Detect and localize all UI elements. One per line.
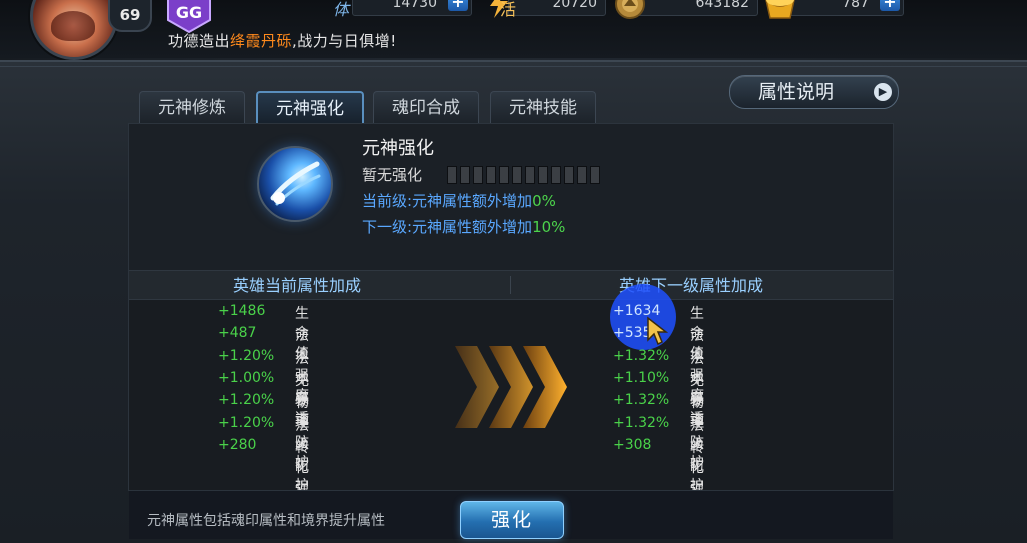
enhance-level-pips	[447, 166, 603, 184]
upgrade-arrows-icon	[455, 346, 567, 428]
tab-soul-enhance[interactable]: 元神强化	[256, 91, 364, 125]
stat-value: +1486	[218, 303, 266, 319]
enhance-pip	[447, 166, 457, 184]
gold-ingot-icon	[765, 0, 795, 19]
top-hud: 69 GG 14730 + 体 20720 活 643182 787 + 功德造…	[0, 0, 1027, 60]
enhance-pip	[473, 166, 483, 184]
tab-soul-skills[interactable]: 元神技能	[490, 91, 596, 124]
enhance-button[interactable]: 强化	[460, 501, 564, 539]
player-avatar[interactable]	[30, 0, 118, 60]
enhance-pip	[499, 166, 509, 184]
frame-divider	[0, 66, 1027, 67]
comet-icon	[270, 161, 321, 206]
activity-value: 20720	[552, 0, 597, 11]
stat-value: +1.32%	[613, 392, 670, 409]
stat-value: +1.20%	[218, 347, 275, 364]
enhance-pip	[551, 166, 561, 184]
enhance-pip	[577, 166, 587, 184]
next-level-line: 下一级:元神属性额外增加10%	[362, 216, 565, 237]
stat-value: +1.32%	[613, 414, 670, 431]
enhance-pip	[486, 166, 496, 184]
pointer-cursor-icon	[647, 316, 668, 346]
enhance-pip	[564, 166, 574, 184]
coin-value: 643182	[695, 0, 749, 11]
stat-value: +1.00%	[218, 369, 275, 386]
current-level-line: 当前级:元神属性额外增加0%	[362, 190, 556, 211]
stat-value: +1.32%	[613, 347, 670, 364]
stat-value: +1.10%	[613, 369, 670, 386]
attribute-info-label: 属性说明	[758, 81, 835, 103]
gold-add-button[interactable]: +	[880, 0, 900, 11]
ticker-prefix: 功德造出	[168, 32, 231, 50]
stamina-icon: 体	[333, 0, 350, 19]
current-stats-header: 英雄当前属性加成	[233, 276, 362, 295]
coin-icon	[615, 0, 645, 19]
activity-label: 活	[500, 0, 517, 19]
news-ticker: 功德造出绛霞丹砾,战力与日俱增!	[168, 30, 397, 51]
stat-value: +1.20%	[218, 392, 275, 409]
player-level-badge: 69	[108, 0, 152, 32]
enhance-pip	[538, 166, 548, 184]
enhance-pip	[460, 166, 470, 184]
ticker-highlight: 绛霞丹砾	[230, 32, 293, 50]
header-divider	[510, 276, 511, 294]
stat-value: +280	[218, 436, 257, 453]
coin-counter: 643182	[636, 0, 758, 16]
stat-value: +308	[613, 436, 652, 453]
next-level-text: 下一级:元神属性额外增加	[362, 218, 533, 236]
enhance-pip	[525, 166, 535, 184]
svg-text:GG: GG	[176, 3, 202, 22]
stamina-add-button[interactable]: +	[448, 0, 468, 11]
tab-seal-synthesis[interactable]: 魂印合成	[373, 91, 479, 124]
skill-title: 元神强化	[362, 138, 434, 159]
next-level-percent: 10%	[532, 218, 566, 236]
avatar-portrait-shading	[51, 11, 95, 41]
current-level-percent: 0%	[532, 192, 556, 210]
tab-soul-cultivation[interactable]: 元神修炼	[139, 91, 245, 124]
enhance-pip	[590, 166, 600, 184]
enhance-pip	[512, 166, 522, 184]
ticker-suffix: ,战力与日俱增!	[292, 32, 397, 50]
gold-counter: 787 +	[786, 0, 904, 16]
stat-value: +1.20%	[218, 414, 275, 431]
enhance-panel: 元神强化 暂无强化 当前级:元神属性额外增加0% 下一级:元神属性额外增加10%…	[128, 123, 894, 539]
enhance-status: 暂无强化	[362, 166, 423, 184]
soul-skill-icon	[257, 146, 333, 222]
stamina-counter: 14730 +	[352, 0, 472, 16]
attribute-info-button[interactable]: 属性说明 ▶	[729, 75, 899, 109]
gg-logo-icon[interactable]: GG	[164, 0, 214, 34]
stat-value: +487	[218, 325, 257, 342]
footer-note: 元神属性包括魂印属性和境界提升属性	[147, 513, 385, 529]
gold-value: 787	[842, 0, 869, 11]
stamina-value: 14730	[392, 0, 437, 11]
game-screen: 69 GG 14730 + 体 20720 活 643182 787 + 功德造…	[0, 0, 1027, 543]
current-level-text: 当前级:元神属性额外增加	[362, 192, 533, 210]
activity-counter: 20720	[508, 0, 606, 16]
play-arrow-icon: ▶	[874, 83, 892, 101]
